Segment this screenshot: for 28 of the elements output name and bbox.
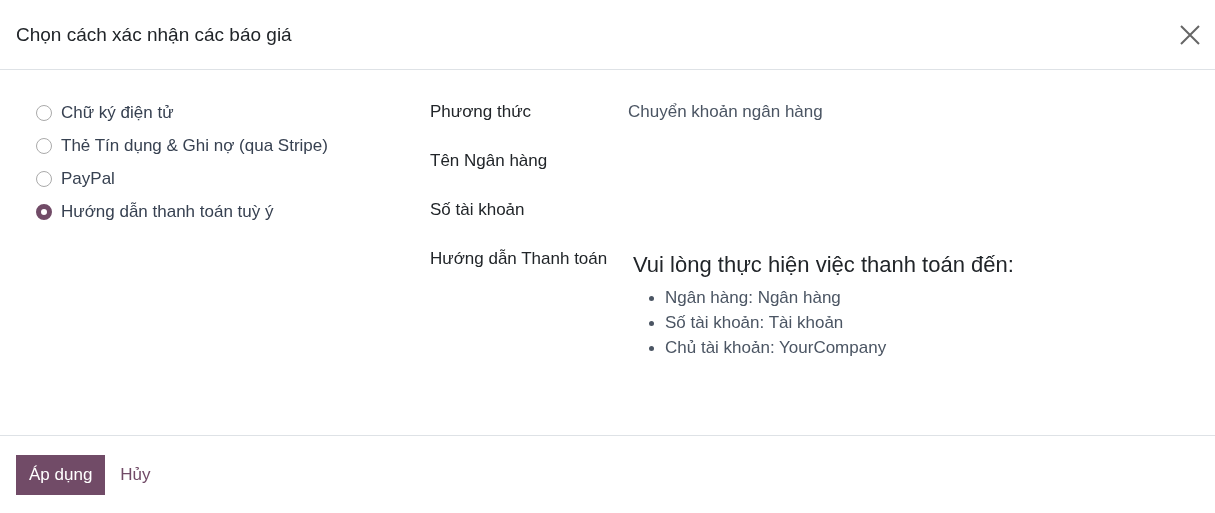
radio-icon[interactable] bbox=[36, 138, 52, 154]
option-label: Hướng dẫn thanh toán tuỳ ý bbox=[61, 202, 274, 222]
field-label: Hướng dẫn Thanh toán bbox=[430, 249, 609, 270]
radio-option[interactable]: Thẻ Tín dụng & Ghi nợ (qua Stripe) bbox=[36, 135, 430, 157]
field-label: Số tài khoản bbox=[430, 200, 526, 221]
instruction-item: Số tài khoản: Tài khoản bbox=[665, 313, 844, 333]
option-label: Chữ ký điện tử bbox=[61, 103, 174, 123]
close-button[interactable] bbox=[1179, 23, 1201, 46]
cancel-button[interactable]: Hủy bbox=[107, 454, 164, 495]
option-label: PayPal bbox=[61, 169, 115, 189]
radio-option[interactable]: PayPal bbox=[36, 168, 430, 190]
radio-icon[interactable] bbox=[36, 204, 52, 220]
radio-option[interactable]: Chữ ký điện tử bbox=[36, 102, 430, 124]
radio-icon[interactable] bbox=[36, 171, 52, 187]
field-label: Tên Ngân hàng bbox=[430, 151, 549, 172]
dialog-title: Chọn cách xác nhận các báo giá bbox=[16, 23, 292, 46]
bullet-icon bbox=[649, 320, 654, 326]
apply-button[interactable]: Áp dụng bbox=[16, 454, 106, 495]
bullet-icon bbox=[649, 345, 654, 351]
radio-icon[interactable] bbox=[36, 105, 52, 121]
instruction-heading: Vui lòng thực hiện việc thanh toán đến: bbox=[633, 252, 1014, 278]
field-value: Chuyển khoản ngân hàng bbox=[628, 102, 823, 123]
option-label: Thẻ Tín dụng & Ghi nợ (qua Stripe) bbox=[61, 136, 328, 156]
field-label: Phương thức bbox=[430, 102, 532, 123]
radio-option[interactable]: Hướng dẫn thanh toán tuỳ ý bbox=[36, 201, 430, 223]
instruction-item: Ngân hàng: Ngân hàng bbox=[665, 288, 841, 308]
bullet-icon bbox=[649, 295, 654, 301]
instruction-item: Chủ tài khoản: YourCompany bbox=[665, 338, 887, 358]
